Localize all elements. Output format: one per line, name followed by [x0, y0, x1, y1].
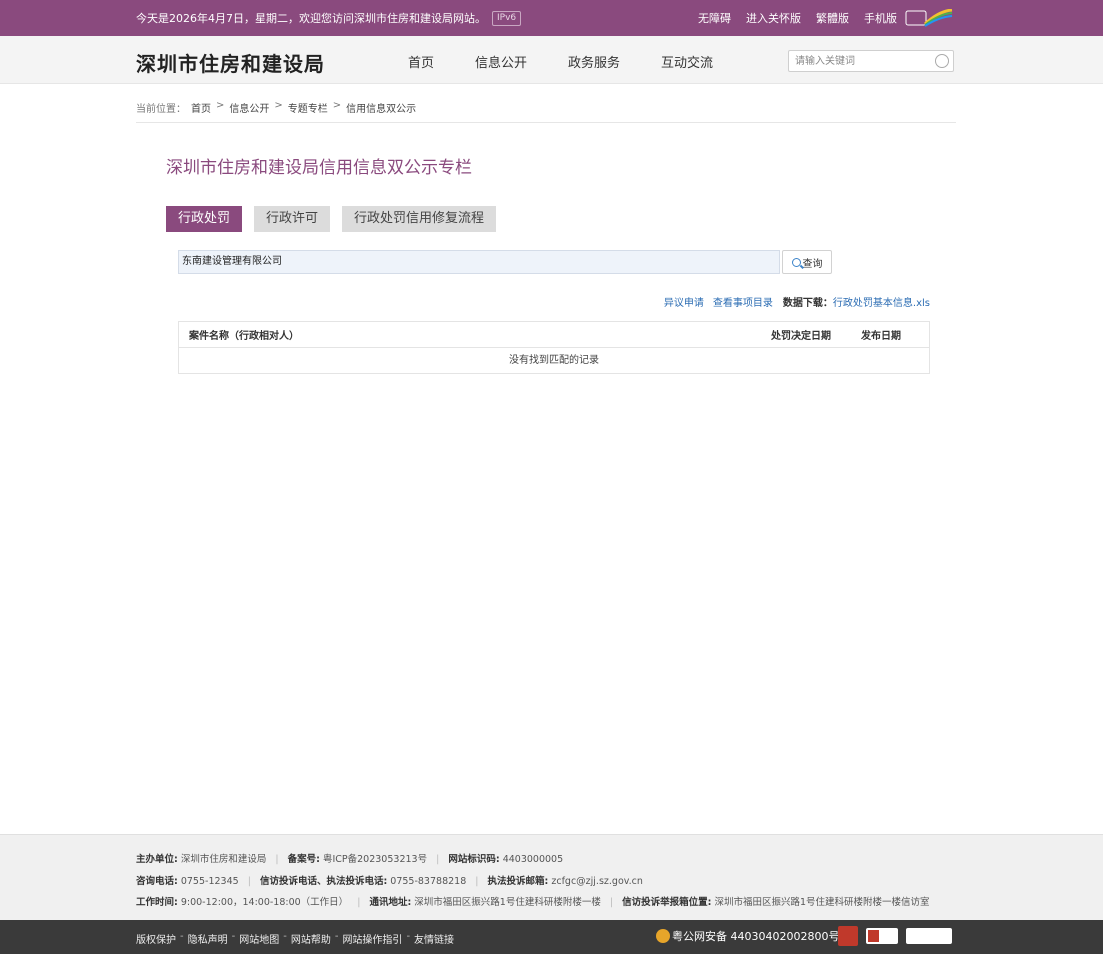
- welcome-text: 今天是2026年4月7日，星期二，欢迎您访问深圳市住房和建设局网站。: [136, 12, 486, 25]
- police-badge-icon: [656, 929, 670, 943]
- host-value: 深圳市住房和建设局: [180, 854, 267, 865]
- results-table: 案件名称（行政相对人） 处罚决定日期 发布日期 没有找到匹配的记录: [178, 321, 930, 374]
- nav-gov-services[interactable]: 政务服务: [568, 52, 620, 71]
- icp-value[interactable]: 粤ICP备2023053213号: [323, 854, 427, 865]
- company-search-input[interactable]: 东南建设管理有限公司: [178, 250, 780, 274]
- party-gov-icon[interactable]: [838, 926, 858, 946]
- email-label: 执法投诉邮箱:: [487, 876, 549, 887]
- address-value: 深圳市福田区振兴路1号住建科研楼附楼一楼: [414, 897, 601, 908]
- site-title[interactable]: 深圳市住房和建设局: [136, 48, 325, 77]
- main-nav: 首页 信息公开 政务服务 互动交流: [408, 52, 754, 71]
- site-id-value: 4403000005: [502, 854, 564, 865]
- care-mode-link[interactable]: 进入关怀版: [746, 10, 801, 26]
- query-button-label: 查询: [802, 258, 823, 270]
- site-header: 深圳市住房和建设局 首页 信息公开 政务服务 互动交流: [0, 36, 1103, 84]
- complaint-label: 信访投诉电话、执法投诉电话:: [259, 876, 388, 887]
- hours-value: 9:00-12:00，14:00-18:00（工作日）: [180, 897, 349, 908]
- consult-label: 咨询电话:: [136, 876, 178, 887]
- footer-line-host: 主办单位: 深圳市住房和建设局 | 备案号: 粤ICP备2023053213号 …: [136, 854, 564, 865]
- breadcrumb: 当前位置： 首页 > 信息公开 > 专题专栏 > 信用信息双公示: [136, 100, 421, 115]
- error-report-icon[interactable]: [866, 928, 898, 944]
- hours-label: 工作时间:: [136, 897, 178, 908]
- bottom-bar: 版权保护 - 隐私声明 - 网站地图 - 网站帮助 - 网站操作指引 - 友情链接 粤公网…: [0, 920, 1103, 954]
- site-search: [788, 50, 954, 72]
- tab-administrative-penalty[interactable]: 行政处罚: [166, 206, 243, 232]
- nav-info-disclosure[interactable]: 信息公开: [475, 52, 527, 71]
- sitemap-link[interactable]: 网站地图: [239, 931, 279, 946]
- accessibility-link[interactable]: 无障碍: [698, 10, 731, 26]
- download-label: 数据下载：: [782, 298, 833, 309]
- top-bar: 今天是2026年4月7日，星期二，欢迎您访问深圳市住房和建设局网站。 IPv6 …: [0, 0, 1103, 36]
- breadcrumb-separator: >: [332, 100, 342, 111]
- copyright-link[interactable]: 版权保护: [136, 931, 176, 946]
- nav-home[interactable]: 首页: [408, 52, 434, 71]
- tab-administrative-license[interactable]: 行政许可: [254, 206, 331, 232]
- divider: [136, 122, 956, 123]
- page-title: 深圳市住房和建设局信用信息双公示专栏: [166, 158, 472, 178]
- footer: 主办单位: 深圳市住房和建设局 | 备案号: 粤ICP备2023053213号 …: [0, 834, 1103, 920]
- tab-bar: 行政处罚 行政许可 行政处罚信用修复流程: [166, 206, 508, 232]
- traditional-chinese-link[interactable]: 繁體版: [816, 10, 849, 26]
- column-publish-date[interactable]: 发布日期: [831, 327, 901, 342]
- police-record-text[interactable]: 粤公网安备 44030402002800号: [672, 928, 839, 944]
- breadcrumb-prefix: 当前位置：: [136, 104, 186, 115]
- download-xls-link[interactable]: 行政处罚基本信息.xls: [833, 294, 930, 309]
- breadcrumb-home[interactable]: 首页: [191, 100, 211, 115]
- friend-links[interactable]: 友情链接: [414, 931, 454, 946]
- nav-interaction[interactable]: 互动交流: [661, 52, 713, 71]
- table-header: 案件名称（行政相对人） 处罚决定日期 发布日期: [179, 322, 929, 348]
- consult-value: 0755-12345: [180, 876, 239, 887]
- query-button[interactable]: 查询: [782, 250, 832, 274]
- elder-friendly-icon[interactable]: [906, 928, 952, 944]
- breadcrumb-separator: >: [274, 100, 283, 111]
- email-value[interactable]: zcfgc@zjj.sz.gov.cn: [551, 876, 643, 887]
- breadcrumb-credit-disclosure[interactable]: 信用信息双公示: [346, 100, 416, 115]
- search-icon[interactable]: [935, 54, 949, 68]
- magnifier-icon: [791, 257, 801, 267]
- tab-credit-repair-process[interactable]: 行政处罚信用修复流程: [342, 206, 497, 232]
- help-link[interactable]: 网站帮助: [291, 931, 331, 946]
- column-case-name[interactable]: 案件名称（行政相对人）: [179, 327, 731, 342]
- catalog-link[interactable]: 查看事项目录: [713, 294, 773, 309]
- breadcrumb-info-disclosure[interactable]: 信息公开: [229, 100, 269, 115]
- report-value: 深圳市福田区振兴路1号住建科研楼附楼一楼信访室: [714, 897, 930, 908]
- address-label: 通讯地址:: [369, 897, 412, 908]
- bottom-links: 版权保护 - 隐私声明 - 网站地图 - 网站帮助 - 网站操作指引 - 友情链接: [136, 931, 455, 946]
- guide-link[interactable]: 网站操作指引: [342, 931, 402, 946]
- report-label: 信访投诉举报箱位置:: [622, 897, 712, 908]
- footer-line-contact: 咨询电话: 0755-12345 | 信访投诉电话、执法投诉电话: 0755-8…: [136, 876, 643, 887]
- icp-label: 备案号:: [287, 854, 320, 865]
- privacy-link[interactable]: 隐私声明: [188, 931, 228, 946]
- column-penalty-date[interactable]: 处罚决定日期: [731, 327, 831, 342]
- mobile-version-link[interactable]: 手机版: [864, 10, 897, 26]
- complaint-value: 0755-83788218: [390, 876, 467, 887]
- site-search-input[interactable]: [789, 51, 929, 71]
- colorful-logo-icon[interactable]: [905, 9, 953, 27]
- site-id-label: 网站标识码:: [448, 854, 500, 865]
- breadcrumb-special-topics[interactable]: 专题专栏: [288, 100, 328, 115]
- empty-message: 没有找到匹配的记录: [509, 355, 599, 366]
- table-actions: 异议申请 查看事项目录 数据下载： 行政处罚基本信息.xls: [655, 294, 930, 309]
- footer-line-address: 工作时间: 9:00-12:00，14:00-18:00（工作日） | 通讯地址…: [136, 897, 930, 908]
- ipv6-badge: IPv6: [492, 10, 522, 26]
- host-label: 主办单位:: [136, 854, 178, 865]
- objection-link[interactable]: 异议申请: [664, 294, 704, 309]
- police-record[interactable]: 粤公网安备 44030402002800号: [656, 928, 839, 944]
- breadcrumb-separator: >: [216, 100, 225, 111]
